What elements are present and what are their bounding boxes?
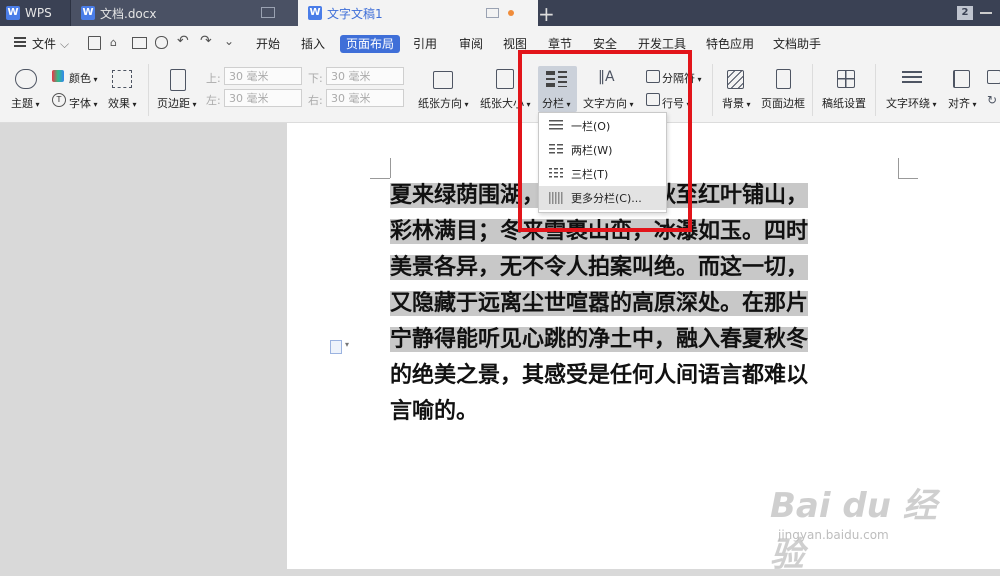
- chevron-down-icon[interactable]: ▾: [345, 340, 349, 349]
- ribbon-divider: [712, 64, 713, 116]
- page-border-icon: [776, 69, 791, 89]
- align-icon: [953, 70, 970, 88]
- tab-doc2-label: 文字文稿1: [327, 6, 383, 21]
- hamburger-icon[interactable]: [14, 37, 26, 47]
- background-button[interactable]: 背景 ▾: [722, 95, 751, 111]
- tab-doc1-label: 文档.docx: [100, 6, 157, 21]
- menu-doc-assistant[interactable]: 文档助手: [773, 36, 821, 52]
- theme-palette-icon: [15, 69, 37, 89]
- menu-file[interactable]: 文件: [32, 36, 56, 52]
- right-margin-input[interactable]: 30 毫米: [326, 89, 404, 107]
- text-wrap-button[interactable]: 文字环绕 ▾: [886, 95, 937, 111]
- color-icon: [52, 70, 64, 82]
- bottom-margin-label: 下:: [308, 72, 323, 85]
- margin-button[interactable]: 页边距 ▾: [157, 95, 197, 111]
- monitor-icon[interactable]: [486, 8, 499, 18]
- text-line: 又隐藏于远离尘世喧嚣的高原深处。在那片: [390, 291, 809, 316]
- margin-corner-mark: [390, 158, 391, 178]
- doc-icon: W: [308, 6, 322, 20]
- theme-button[interactable]: 主题 ▾: [11, 95, 40, 111]
- redo-icon[interactable]: ↷: [200, 33, 212, 49]
- paragraph-layout-icon[interactable]: [330, 340, 342, 354]
- menu-bar: [0, 26, 1000, 58]
- save-icon[interactable]: [88, 36, 101, 50]
- text-line: 的绝美之景，其感受是任何人间语言都难以: [390, 363, 809, 388]
- group-icon[interactable]: [987, 70, 1000, 84]
- minimize-icon[interactable]: [980, 12, 992, 14]
- print-preview-icon[interactable]: [155, 36, 168, 49]
- effect-icon: [112, 70, 132, 88]
- ribbon-divider: [875, 64, 876, 116]
- align-button[interactable]: 对齐 ▾: [948, 95, 977, 111]
- ribbon-divider: [812, 64, 813, 116]
- text-line: 美景各异，无不令人拍案叫绝。而这一切，: [390, 255, 809, 280]
- monitor-icon[interactable]: [261, 7, 275, 18]
- menu-review[interactable]: 审阅: [459, 36, 483, 52]
- chevron-down-icon[interactable]: ⌵: [60, 36, 69, 52]
- align-label: 对齐: [948, 97, 970, 110]
- print-icon[interactable]: [132, 37, 147, 49]
- background-label: 背景: [722, 97, 744, 110]
- theme-label: 主题: [11, 97, 33, 110]
- ribbon: [0, 58, 1000, 123]
- background-icon: [727, 70, 744, 89]
- font-button[interactable]: 字体 ▾: [69, 95, 98, 111]
- text-line: 宁静得能听见心跳的净土中，融入春夏秋冬: [390, 327, 809, 352]
- menu-page-layout[interactable]: 页面布局: [340, 35, 401, 53]
- top-margin-input[interactable]: 30 毫米: [224, 67, 302, 85]
- page-border-button[interactable]: 页面边框: [761, 95, 805, 111]
- format-painter-icon[interactable]: ⌂: [110, 36, 122, 49]
- menu-special-apps[interactable]: 特色应用: [706, 36, 754, 52]
- paper-size-icon: [496, 69, 514, 89]
- text-line: 言喻的。: [390, 399, 479, 424]
- orientation-label: 纸张方向: [418, 97, 462, 110]
- tab-document-docx[interactable]: W 文档.docx: [70, 0, 306, 26]
- color-label: 颜色: [69, 72, 91, 85]
- menu-reference[interactable]: 引用: [413, 36, 437, 52]
- grid-setup-button[interactable]: 稿纸设置: [822, 95, 866, 111]
- wps-logo-icon: W: [6, 6, 20, 20]
- baidu-jingyan-watermark: Bai du 经验 jingyan.baidu.com: [770, 478, 970, 575]
- watermark-logo-text: Bai du 经验: [770, 486, 937, 575]
- quick-access-more-icon[interactable]: ⌄: [224, 34, 234, 48]
- top-margin-label: 上:: [206, 72, 221, 85]
- margin-corner-mark: [898, 158, 899, 178]
- window-count-badge[interactable]: 2: [957, 6, 973, 20]
- right-margin-label: 右:: [308, 94, 323, 107]
- font-label: 字体: [69, 97, 91, 110]
- effect-label: 效果: [108, 97, 130, 110]
- rotate-icon[interactable]: ↻: [987, 93, 999, 107]
- ribbon-divider: [148, 64, 149, 116]
- grid-paper-icon: [837, 70, 855, 88]
- tab-document-active[interactable]: W 文字文稿1: [298, 0, 538, 26]
- undo-icon[interactable]: ↶: [177, 33, 189, 49]
- bottom-margin-input[interactable]: 30 毫米: [326, 67, 404, 85]
- unsaved-dot-icon: [508, 10, 514, 16]
- page-margin-icon: [170, 69, 186, 91]
- orientation-button[interactable]: 纸张方向 ▾: [418, 95, 469, 111]
- margin-corner-mark: [370, 178, 390, 179]
- highlight-annotation-box: [518, 50, 692, 232]
- orientation-icon: [433, 71, 453, 89]
- menu-insert[interactable]: 插入: [301, 36, 325, 52]
- font-theme-icon: T: [52, 93, 66, 107]
- doc-icon: W: [81, 6, 95, 20]
- menu-start[interactable]: 开始: [256, 36, 280, 52]
- left-margin-label: 左:: [206, 94, 221, 107]
- text-wrap-label: 文字环绕: [886, 97, 930, 110]
- watermark-url: jingyan.baidu.com: [778, 528, 889, 542]
- new-tab-button[interactable]: +: [538, 2, 555, 26]
- effect-button[interactable]: 效果 ▾: [108, 95, 137, 111]
- tab-wps-label: WPS: [25, 6, 52, 20]
- text-wrap-icon: [902, 71, 922, 86]
- tab-wps-home[interactable]: W WPS: [0, 0, 72, 26]
- color-button[interactable]: 颜色 ▾: [69, 70, 98, 86]
- left-margin-input[interactable]: 30 毫米: [224, 89, 302, 107]
- margin-label: 页边距: [157, 97, 190, 110]
